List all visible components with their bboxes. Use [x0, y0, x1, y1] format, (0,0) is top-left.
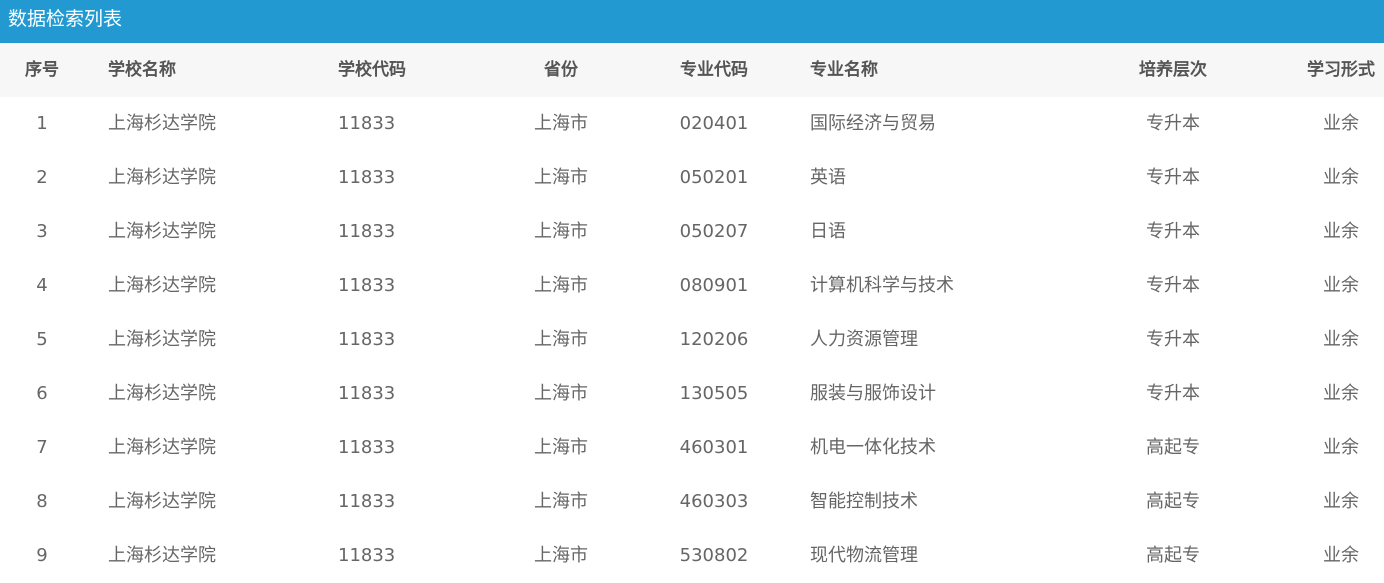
cell-major-name: 现代物流管理 [810, 545, 918, 566]
cell-province: 上海市 [534, 383, 588, 404]
cell-level: 专升本 [1146, 113, 1200, 134]
cell-school-name: 上海杉达学院 [108, 275, 216, 296]
cell-index: 7 [36, 437, 48, 458]
cell-index: 6 [36, 383, 48, 404]
cell-major-code: 460301 [679, 437, 749, 458]
cell-level: 专升本 [1146, 329, 1200, 350]
cell-major-name: 计算机科学与技术 [810, 275, 954, 296]
table-row: 6 上海杉达学院 11833 上海市 130505 服装与服饰设计 专升本 业余 [0, 367, 1384, 421]
cell-level: 专升本 [1146, 383, 1200, 404]
cell-school-code: 11833 [338, 383, 396, 404]
cell-school-name: 上海杉达学院 [108, 113, 216, 134]
col-header-major-name: 专业名称 [810, 60, 878, 80]
cell-major-name: 英语 [810, 167, 846, 188]
col-header-index: 序号 [25, 60, 59, 80]
results-table: 序号 学校名称 学校代码 省份 专业代码 专业名称 培养层次 学习形式 1 上海杉… [0, 43, 1384, 583]
cell-school-name: 上海杉达学院 [108, 383, 216, 404]
col-header-level: 培养层次 [1139, 60, 1207, 80]
cell-major-code: 050201 [679, 167, 749, 188]
cell-major-name: 国际经济与贸易 [810, 113, 936, 134]
cell-major-name: 智能控制技术 [810, 491, 918, 512]
col-header-province: 省份 [544, 60, 578, 80]
cell-school-name: 上海杉达学院 [108, 329, 216, 350]
cell-study-form: 业余 [1323, 545, 1359, 566]
cell-major-name: 服装与服饰设计 [810, 383, 936, 404]
cell-school-code: 11833 [338, 545, 396, 566]
cell-major-code: 460303 [679, 491, 749, 512]
cell-province: 上海市 [534, 545, 588, 566]
cell-major-code: 080901 [679, 275, 749, 296]
cell-province: 上海市 [534, 221, 588, 242]
cell-major-name: 人力资源管理 [810, 329, 918, 350]
cell-school-name: 上海杉达学院 [108, 167, 216, 188]
cell-school-code: 11833 [338, 491, 396, 512]
cell-level: 高起专 [1146, 437, 1200, 458]
table-row: 2 上海杉达学院 11833 上海市 050201 英语 专升本 业余 [0, 151, 1384, 205]
cell-school-code: 11833 [338, 167, 396, 188]
cell-index: 3 [36, 221, 48, 242]
cell-major-code: 020401 [679, 113, 749, 134]
cell-school-code: 11833 [338, 275, 396, 296]
panel-title: 数据检索列表 [0, 0, 1384, 43]
cell-study-form: 业余 [1323, 113, 1359, 134]
cell-index: 2 [36, 167, 48, 188]
col-header-school-name: 学校名称 [108, 60, 176, 80]
cell-study-form: 业余 [1323, 329, 1359, 350]
table-row: 9 上海杉达学院 11833 上海市 530802 现代物流管理 高起专 业余 [0, 529, 1384, 583]
col-header-study-form: 学习形式 [1307, 60, 1375, 80]
cell-index: 1 [36, 113, 48, 134]
cell-level: 专升本 [1146, 167, 1200, 188]
cell-level: 高起专 [1146, 491, 1200, 512]
cell-school-name: 上海杉达学院 [108, 491, 216, 512]
cell-school-code: 11833 [338, 113, 396, 134]
table-row: 5 上海杉达学院 11833 上海市 120206 人力资源管理 专升本 业余 [0, 313, 1384, 367]
cell-study-form: 业余 [1323, 491, 1359, 512]
cell-major-name: 日语 [810, 221, 846, 242]
table-row: 3 上海杉达学院 11833 上海市 050207 日语 专升本 业余 [0, 205, 1384, 259]
table-row: 4 上海杉达学院 11833 上海市 080901 计算机科学与技术 专升本 业余 [0, 259, 1384, 313]
cell-index: 5 [36, 329, 48, 350]
cell-index: 9 [36, 545, 48, 566]
cell-major-code: 120206 [679, 329, 749, 350]
cell-school-name: 上海杉达学院 [108, 545, 216, 566]
cell-school-code: 11833 [338, 329, 396, 350]
cell-level: 高起专 [1146, 545, 1200, 566]
cell-province: 上海市 [534, 275, 588, 296]
cell-level: 专升本 [1146, 275, 1200, 296]
cell-study-form: 业余 [1323, 383, 1359, 404]
cell-index: 4 [36, 275, 48, 296]
cell-study-form: 业余 [1323, 275, 1359, 296]
table-row: 1 上海杉达学院 11833 上海市 020401 国际经济与贸易 专升本 业余 [0, 97, 1384, 151]
cell-school-code: 11833 [338, 221, 396, 242]
cell-study-form: 业余 [1323, 167, 1359, 188]
cell-school-name: 上海杉达学院 [108, 437, 216, 458]
col-header-school-code: 学校代码 [338, 60, 406, 80]
cell-province: 上海市 [534, 491, 588, 512]
cell-level: 专升本 [1146, 221, 1200, 242]
cell-province: 上海市 [534, 113, 588, 134]
cell-province: 上海市 [534, 329, 588, 350]
cell-index: 8 [36, 491, 48, 512]
col-header-major-code: 专业代码 [680, 60, 748, 80]
table-row: 7 上海杉达学院 11833 上海市 460301 机电一体化技术 高起专 业余 [0, 421, 1384, 475]
table-row: 8 上海杉达学院 11833 上海市 460303 智能控制技术 高起专 业余 [0, 475, 1384, 529]
table-header-row: 序号 学校名称 学校代码 省份 专业代码 专业名称 培养层次 学习形式 [0, 43, 1384, 97]
cell-school-name: 上海杉达学院 [108, 221, 216, 242]
cell-study-form: 业余 [1323, 437, 1359, 458]
cell-school-code: 11833 [338, 437, 396, 458]
cell-province: 上海市 [534, 167, 588, 188]
cell-major-code: 050207 [679, 221, 749, 242]
cell-major-code: 130505 [679, 383, 749, 404]
table-body: 1 上海杉达学院 11833 上海市 020401 国际经济与贸易 专升本 业余 2 上海杉达学院… [0, 97, 1384, 583]
cell-province: 上海市 [534, 437, 588, 458]
cell-major-name: 机电一体化技术 [810, 437, 936, 458]
cell-major-code: 530802 [679, 545, 749, 566]
cell-study-form: 业余 [1323, 221, 1359, 242]
